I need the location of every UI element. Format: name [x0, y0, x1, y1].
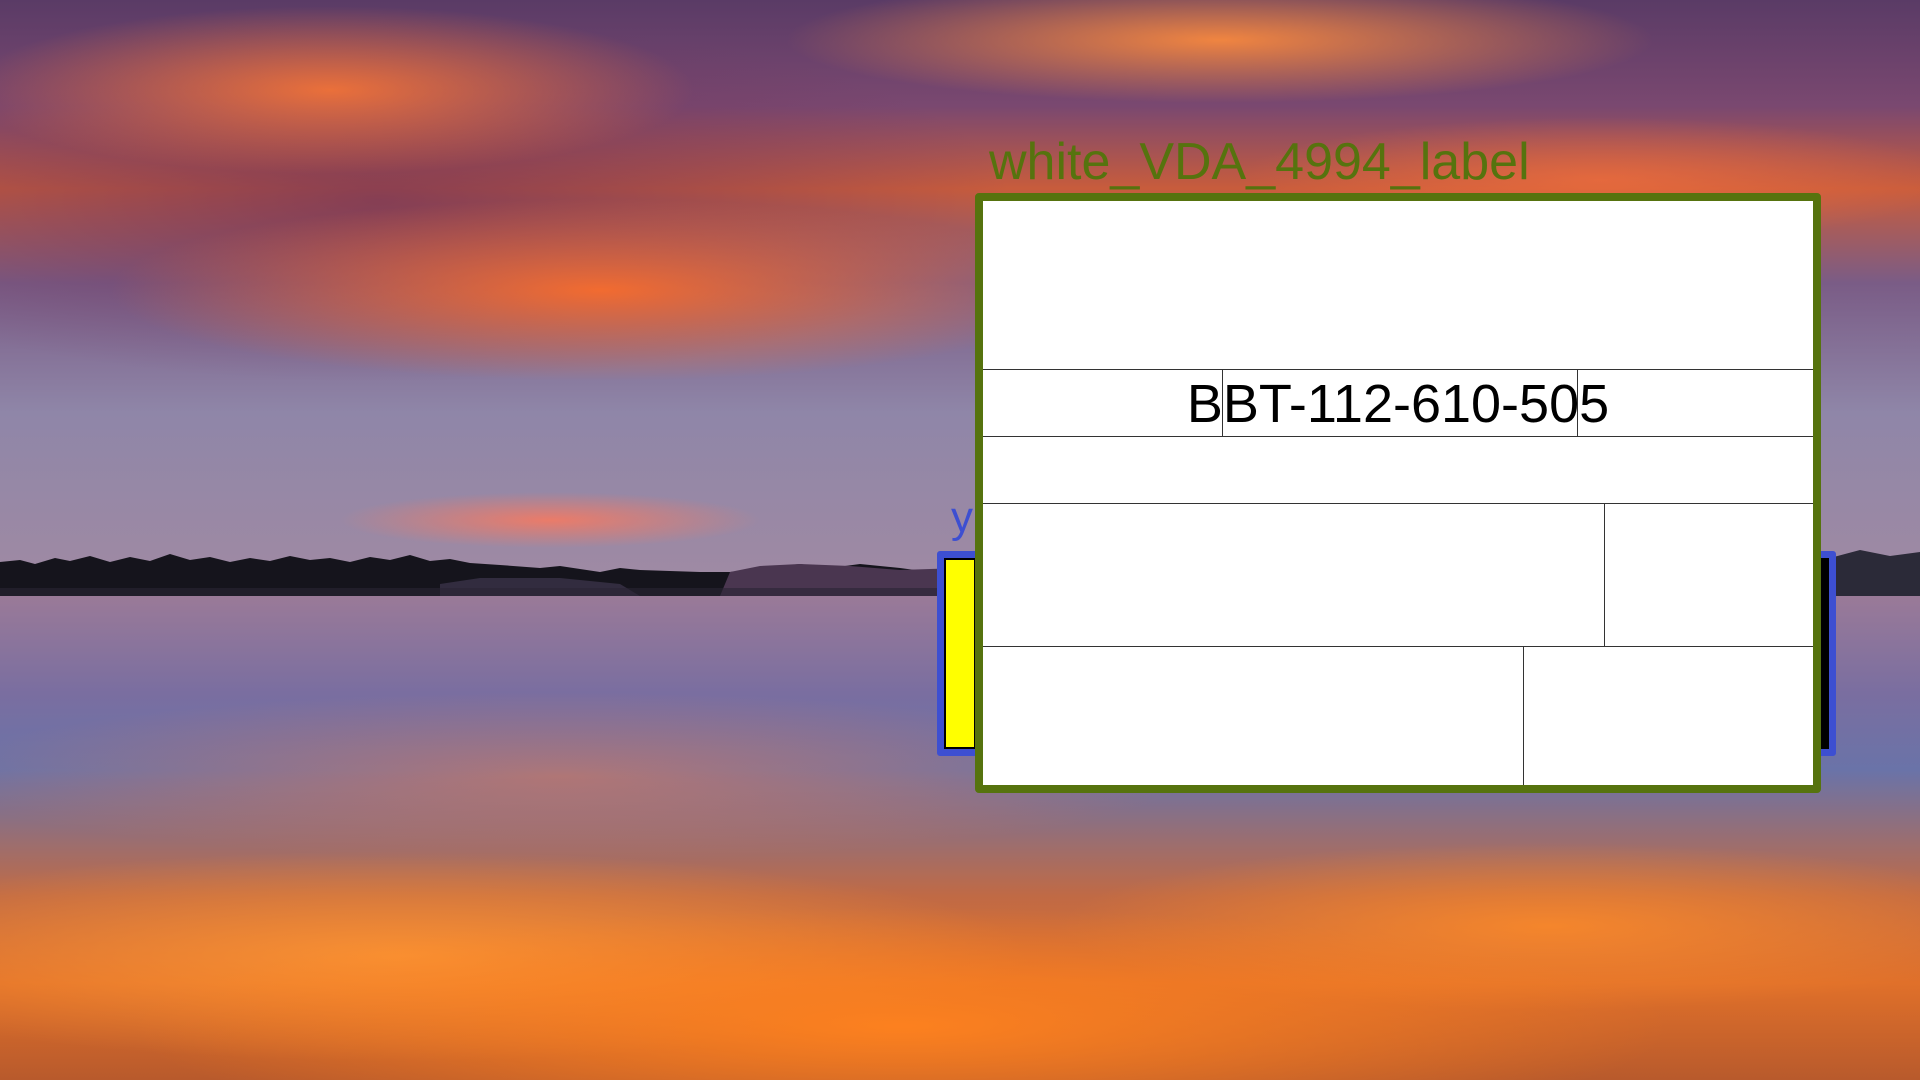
label-column-divider — [1523, 646, 1524, 785]
label-row-divider — [983, 503, 1813, 504]
yellow-fill-strip — [946, 560, 974, 747]
label-row-divider — [983, 646, 1813, 647]
tracking-number: BBT-112-610-505 — [1186, 374, 1610, 434]
white-shipping-label: BBT-112-610-505 — [975, 193, 1821, 793]
label-column-divider — [1604, 503, 1605, 646]
white-label-caption: white_VDA_4994_label — [989, 133, 1530, 191]
label-row-divider — [983, 369, 1813, 370]
